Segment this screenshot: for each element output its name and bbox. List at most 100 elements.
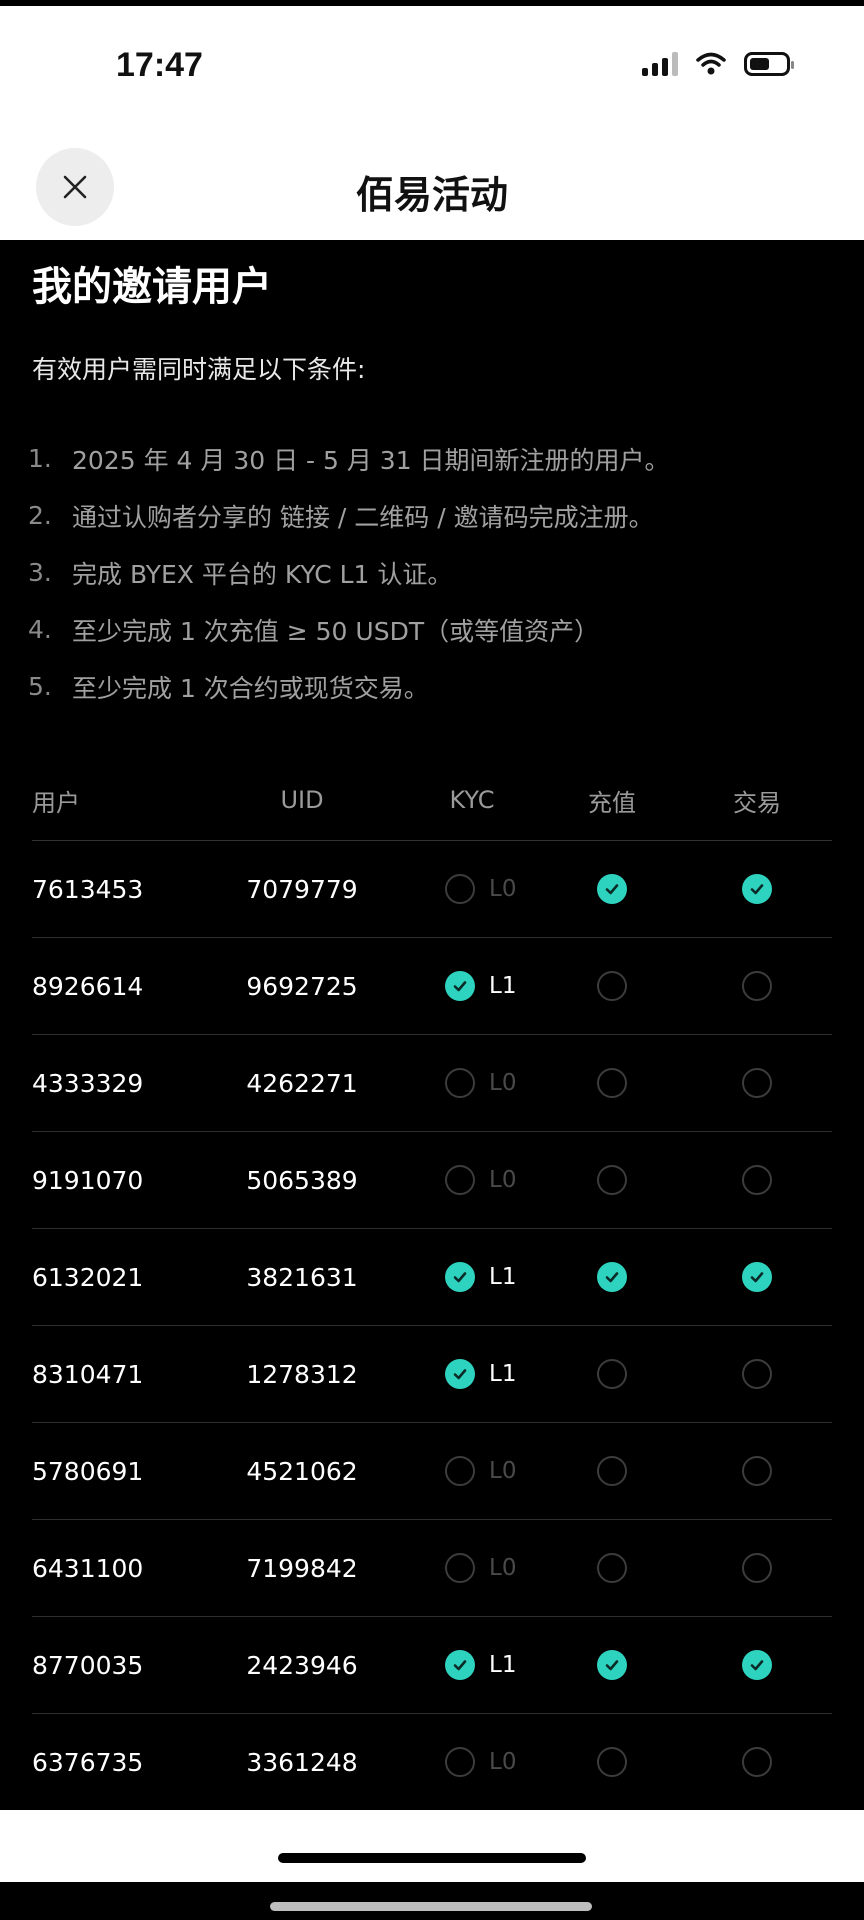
- cell-user: 5780691: [32, 1456, 144, 1486]
- empty-circle-icon: [597, 1359, 627, 1389]
- empty-circle-icon: [742, 1456, 772, 1486]
- table-row: 6376735 3361248 L0: [32, 1714, 832, 1811]
- cell-trade: [682, 1359, 832, 1389]
- check-circle-icon: [445, 1262, 475, 1292]
- empty-circle-icon: [742, 1068, 772, 1098]
- kyc-level: L1: [489, 1264, 517, 1290]
- condition-item: 3. 完成 BYEX 平台的 KYC L1 认证。: [28, 544, 848, 601]
- table-row: 6132021 3821631 L1: [32, 1229, 832, 1326]
- kyc-level: L1: [489, 1361, 517, 1387]
- kyc-level: L0: [489, 1070, 517, 1096]
- signal-icon: [642, 52, 678, 76]
- cell-trade: [682, 1262, 832, 1292]
- condition-item: 5. 至少完成 1 次合约或现货交易。: [28, 658, 848, 715]
- cell-trade: [682, 1650, 832, 1680]
- empty-circle-icon: [445, 874, 475, 904]
- kyc-status: L0: [445, 1456, 519, 1486]
- check-circle-icon: [445, 971, 475, 1001]
- cell-uid: 4262271: [246, 1068, 358, 1098]
- cell-user: 4333329: [32, 1068, 144, 1098]
- cell-user: 6431100: [32, 1553, 144, 1583]
- cell-deposit: [542, 874, 682, 904]
- empty-circle-icon: [445, 1068, 475, 1098]
- cell-kyc: L1: [402, 971, 542, 1001]
- bottom-bar: [0, 1810, 864, 1882]
- cell-kyc: L0: [402, 1456, 542, 1486]
- cell-trade: [682, 1456, 832, 1486]
- kyc-level: L0: [489, 876, 517, 902]
- condition-text: 至少完成 1 次合约或现货交易。: [72, 673, 429, 703]
- empty-circle-icon: [445, 1747, 475, 1777]
- check-circle-icon: [597, 874, 627, 904]
- empty-circle-icon: [597, 1068, 627, 1098]
- condition-item: 2. 通过认购者分享的 链接 / 二维码 / 邀请码完成注册。: [28, 487, 848, 544]
- cell-uid: 7079779: [246, 874, 358, 904]
- kyc-level: L1: [489, 1652, 517, 1678]
- cell-deposit: [542, 971, 682, 1001]
- condition-text: 至少完成 1 次充值 ≥ 50 USDT（或等值资产）: [72, 616, 600, 646]
- home-indicator[interactable]: [278, 1853, 586, 1863]
- kyc-status: L0: [445, 1553, 519, 1583]
- cell-kyc: L0: [402, 1553, 542, 1583]
- cell-trade: [682, 1165, 832, 1195]
- cell-uid: 3361248: [246, 1747, 358, 1777]
- cell-deposit: [542, 1456, 682, 1486]
- cell-deposit: [542, 1359, 682, 1389]
- invited-users-table: 用户 UID KYC 充值 交易 7613453 7079779 L0 8926614…: [32, 760, 832, 1811]
- page-title: 佰易活动: [355, 173, 508, 217]
- empty-circle-icon: [597, 1553, 627, 1583]
- empty-circle-icon: [597, 1165, 627, 1195]
- check-circle-icon: [742, 874, 772, 904]
- battery-icon: [744, 52, 794, 76]
- cell-deposit: [542, 1747, 682, 1777]
- conditions-intro: 有效用户需同时满足以下条件:: [32, 355, 366, 384]
- cell-uid: 1278312: [246, 1359, 358, 1389]
- cell-deposit: [542, 1165, 682, 1195]
- cell-uid: 7199842: [246, 1553, 358, 1583]
- app-screen: 17:47 佰易活动 我的邀请用户 有效用户需同时满足以下条件: 1. 2025 …: [0, 0, 864, 1920]
- condition-number: 2.: [28, 501, 52, 530]
- kyc-level: L0: [489, 1167, 517, 1193]
- empty-circle-icon: [597, 1747, 627, 1777]
- kyc-status: L0: [445, 874, 519, 904]
- cell-trade: [682, 874, 832, 904]
- cell-kyc: L1: [402, 1262, 542, 1292]
- invite-content: 我的邀请用户 有效用户需同时满足以下条件: 1. 2025 年 4 月 30 日 …: [0, 240, 864, 1811]
- table-header: 用户 UID KYC 充值 交易: [32, 760, 832, 841]
- cell-user: 6376735: [32, 1747, 144, 1777]
- table-row: 4333329 4262271 L0: [32, 1035, 832, 1132]
- check-circle-icon: [742, 1262, 772, 1292]
- cell-deposit: [542, 1650, 682, 1680]
- condition-number: 1.: [28, 444, 52, 473]
- empty-circle-icon: [742, 1359, 772, 1389]
- cell-uid: 2423946: [246, 1650, 358, 1680]
- cell-trade: [682, 1553, 832, 1583]
- header-uid: UID: [280, 786, 324, 814]
- empty-circle-icon: [742, 1747, 772, 1777]
- empty-circle-icon: [597, 971, 627, 1001]
- kyc-status: L0: [445, 1068, 519, 1098]
- table-row: 9191070 5065389 L0: [32, 1132, 832, 1229]
- condition-item: 1. 2025 年 4 月 30 日 - 5 月 31 日期间新注册的用户。: [28, 430, 848, 487]
- cell-kyc: L0: [402, 1165, 542, 1195]
- kyc-status: L0: [445, 1165, 519, 1195]
- condition-number: 3.: [28, 558, 52, 587]
- condition-number: 5.: [28, 672, 52, 701]
- kyc-level: L0: [489, 1749, 517, 1775]
- cell-kyc: L1: [402, 1359, 542, 1389]
- cell-user: 8310471: [32, 1359, 144, 1389]
- cell-user: 7613453: [32, 874, 144, 904]
- kyc-status: L1: [445, 1650, 519, 1680]
- check-circle-icon: [445, 1359, 475, 1389]
- cell-uid: 3821631: [246, 1262, 358, 1292]
- section-title: 我的邀请用户: [32, 264, 272, 310]
- conditions-list: 1. 2025 年 4 月 30 日 - 5 月 31 日期间新注册的用户。 2. 通…: [28, 430, 848, 715]
- table-body: 7613453 7079779 L0 8926614 9692725 L1 4333329 4…: [32, 841, 832, 1811]
- cell-uid: 9692725: [246, 971, 358, 1001]
- cell-user: 8926614: [32, 971, 144, 1001]
- empty-circle-icon: [445, 1456, 475, 1486]
- wifi-icon: [696, 52, 726, 75]
- cell-user: 8770035: [32, 1650, 144, 1680]
- kyc-status: L1: [445, 971, 519, 1001]
- status-time: 17:47: [116, 46, 203, 84]
